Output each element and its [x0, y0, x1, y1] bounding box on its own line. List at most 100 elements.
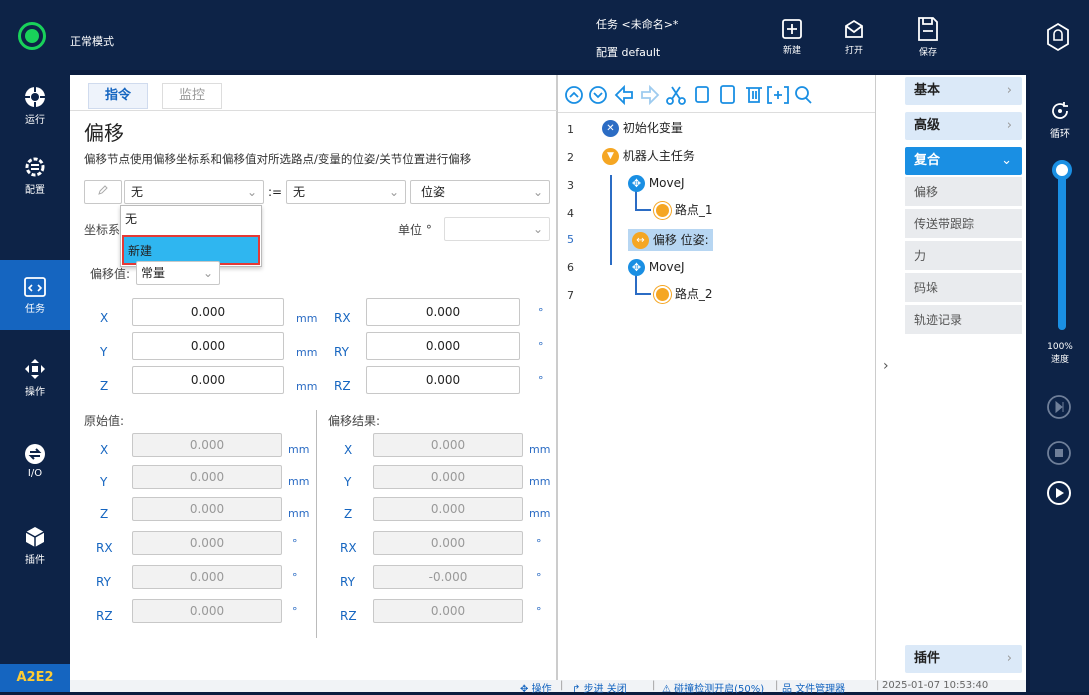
tree-item-waypoint-1[interactable]: 路点_1	[654, 201, 712, 219]
tree-item-main[interactable]: ▼ 机器人主任务	[602, 147, 695, 165]
speed-slider-track[interactable]	[1058, 170, 1066, 330]
coord-label: 坐标系	[84, 223, 121, 237]
offset-y-input[interactable]: 0.000	[132, 332, 284, 360]
loop-button[interactable]: 循环	[1044, 100, 1076, 140]
node-description: 偏移节点使用偏移坐标系和偏移值对所选路点/变量的位姿/关节位置进行偏移	[84, 152, 472, 166]
open-button[interactable]: 打开	[838, 18, 870, 62]
result-axis: X	[344, 443, 353, 457]
offset-rx-axis: RX	[334, 311, 351, 325]
move-up-icon	[614, 84, 633, 106]
program-tree-panel: 1 2 3 4 5 6 7 ✕ 初始化变量 ▼ 机器人主任务 ✥ MoveJ 路…	[557, 75, 876, 680]
speed-slider-fill	[1058, 170, 1066, 330]
orig-axis: RX	[96, 541, 113, 555]
nav-plugin[interactable]: 插件	[0, 510, 70, 580]
speed-slider-handle[interactable]	[1052, 160, 1072, 180]
nav-task[interactable]: 任务	[0, 260, 70, 330]
line-number: 3	[567, 179, 574, 192]
gear-icon	[25, 157, 45, 176]
status-time: 2025-01-07 10:53:40	[882, 680, 989, 691]
chevron-right-icon: ›	[1006, 118, 1012, 133]
io-icon	[25, 443, 45, 464]
play-button[interactable]	[1046, 480, 1072, 509]
subcat-force[interactable]: 力	[905, 241, 1022, 271]
step-button[interactable]	[1046, 394, 1072, 423]
status-indicator-icon[interactable]	[18, 22, 46, 50]
nav-io[interactable]: I/O	[0, 425, 70, 495]
tree-item-movej-1[interactable]: ✥ MoveJ	[628, 175, 685, 192]
task-label: 任务 <未命名>*	[596, 18, 679, 31]
save-icon	[918, 17, 938, 41]
orig-value: 0.000	[132, 531, 282, 555]
move-arrows-icon: ✥	[520, 684, 529, 695]
status-collision[interactable]: ⚠ 碰撞检测开启(50%)	[662, 680, 764, 695]
tree-item-init[interactable]: ✕ 初始化变量	[602, 119, 683, 137]
unit: mm	[288, 443, 310, 456]
tree-item-movej-2[interactable]: ✥ MoveJ	[628, 259, 685, 276]
unit-select[interactable]: ⌄	[444, 217, 550, 241]
category-basic[interactable]: 基本 ›	[905, 77, 1022, 105]
new-button[interactable]: 新建	[776, 18, 808, 62]
edit-pencil-button[interactable]	[84, 180, 122, 204]
left-nav: 运行 配置 任务 操作 I/O 插件 A2E2	[0, 70, 70, 692]
nav-run[interactable]: 运行	[0, 70, 70, 140]
source-select[interactable]: 无 ⌄	[286, 180, 406, 204]
offset-z-input[interactable]: 0.000	[132, 366, 284, 394]
chevron-right-icon[interactable]: ›	[883, 358, 889, 374]
unit: mm	[529, 443, 551, 456]
cube-icon	[25, 526, 45, 547]
tab-cmd[interactable]: 指令	[88, 83, 149, 109]
status-operate[interactable]: ✥ 操作	[520, 680, 552, 695]
collapse-column: ›	[875, 75, 900, 680]
category-plugin[interactable]: 插件 ›	[905, 645, 1022, 673]
orig-label: 原始值:	[84, 414, 125, 428]
subcat-offset[interactable]: 偏移	[905, 177, 1022, 207]
nav-config[interactable]: 配置	[0, 140, 70, 210]
offset-x-input[interactable]: 0.000	[132, 298, 284, 326]
offset-rx-input[interactable]: 0.000	[366, 298, 520, 326]
pose-select[interactable]: 位姿 ⌄	[410, 180, 550, 204]
robot-logo-icon[interactable]	[1045, 22, 1071, 55]
config-label: 配置 default	[596, 46, 661, 59]
stop-button[interactable]	[1046, 440, 1072, 469]
paste-icon	[720, 85, 735, 104]
tree-item-waypoint-2[interactable]: 路点_2	[654, 285, 712, 303]
offset-ry-input[interactable]: 0.000	[366, 332, 520, 360]
result-axis: RY	[340, 575, 355, 589]
unit-mm: mm	[296, 346, 318, 359]
status-step[interactable]: ↱ 步进 关闭	[572, 680, 627, 695]
folder-icon: 品	[782, 684, 792, 695]
chevron-down-icon: ⌄	[388, 185, 399, 199]
subcat-conveyor[interactable]: 传送带跟踪	[905, 209, 1022, 239]
coord-dropdown: 无 新建	[120, 205, 262, 267]
offset-rz-input[interactable]: 0.000	[366, 366, 520, 394]
stop-icon	[1047, 441, 1071, 465]
tree-item-offset[interactable]: ↔ 偏移 位姿:	[628, 229, 713, 251]
unit-mm: mm	[296, 312, 318, 325]
copy-icon	[695, 86, 709, 103]
category-advanced[interactable]: 高级 ›	[905, 112, 1022, 140]
chevron-right-icon: ›	[1006, 83, 1012, 98]
unit: °	[292, 605, 298, 618]
unit-deg: °	[538, 340, 544, 353]
line-number: 2	[567, 151, 574, 164]
dropdown-option-none[interactable]: 无	[121, 206, 261, 233]
save-button[interactable]: 保存	[912, 16, 944, 62]
main-task-icon: ▼	[602, 148, 619, 165]
result-value: 0.000	[373, 497, 523, 521]
delete-icon	[746, 87, 762, 103]
tab-monitor[interactable]: 监控	[162, 83, 223, 109]
run-icon	[25, 86, 45, 107]
nav-operate[interactable]: 操作	[0, 342, 70, 412]
result-axis: Z	[344, 507, 353, 521]
variable-select[interactable]: 无 ⌄	[124, 180, 264, 204]
mode-label: 正常模式	[70, 35, 114, 48]
tree-connector	[610, 175, 612, 265]
subcat-palletize[interactable]: 码垛	[905, 273, 1022, 303]
status-files[interactable]: 品 文件管理器	[782, 680, 845, 695]
collapse-all-icon	[565, 86, 583, 104]
subcat-trajectory[interactable]: 轨迹记录	[905, 305, 1022, 335]
result-axis: Y	[344, 475, 352, 489]
category-compound[interactable]: 复合 ⌄	[905, 147, 1022, 175]
unit: °	[292, 537, 298, 550]
offset-type-select[interactable]: 常量 ⌄	[136, 261, 220, 285]
